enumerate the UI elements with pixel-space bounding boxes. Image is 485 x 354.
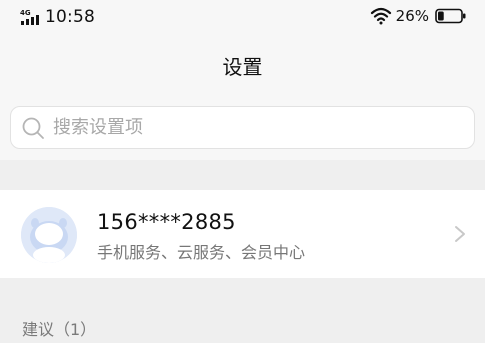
title-bar: 设置: [0, 34, 485, 96]
avatar-icon: [21, 207, 77, 263]
section-divider: [0, 160, 485, 190]
account-phone: 156****2885: [97, 210, 236, 234]
battery-fill: [438, 11, 444, 21]
avatar[interactable]: [21, 207, 77, 263]
search-box[interactable]: [10, 106, 475, 149]
status-left: 4G 10:58: [20, 7, 95, 27]
status-time: 10:58: [45, 7, 95, 27]
wifi-icon: [370, 7, 391, 25]
account-services: 手机服务、云服务、会员中心: [97, 243, 306, 262]
chevron-right-icon: [455, 226, 465, 242]
account-card[interactable]: 156****2885 手机服务、云服务、会员中心: [0, 190, 485, 278]
page-title: 设置: [222, 54, 263, 79]
battery-icon: [435, 8, 466, 24]
search-icon: [22, 117, 44, 139]
battery-percent: 26%: [395, 7, 429, 25]
status-bar: 4G 10:58 26%: [0, 0, 485, 34]
status-right: 26%: [370, 7, 467, 25]
suggestions-header: 建议（1）: [22, 320, 97, 339]
signal-4g-icon: 4G: [20, 9, 39, 25]
suggestions-list-top: [0, 343, 485, 354]
network-label: 4G: [20, 9, 31, 17]
search-input[interactable]: [53, 117, 453, 138]
